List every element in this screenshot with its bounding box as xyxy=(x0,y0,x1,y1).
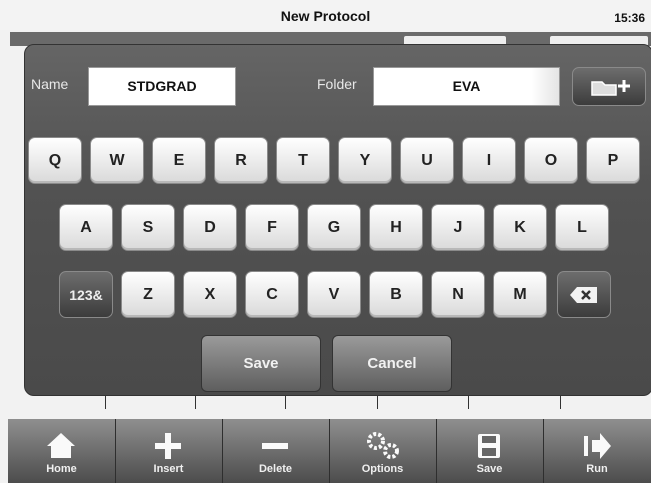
backspace-icon xyxy=(570,286,597,303)
key-u[interactable]: U xyxy=(400,137,454,184)
toolbar-label: Insert xyxy=(153,463,184,475)
minus-icon xyxy=(262,443,288,449)
key-t[interactable]: T xyxy=(276,137,330,184)
toolbar-insert-button[interactable]: Insert xyxy=(115,419,223,483)
key-r[interactable]: R xyxy=(214,137,268,184)
run-icon xyxy=(584,433,611,459)
key-l[interactable]: L xyxy=(555,204,609,251)
key-p[interactable]: P xyxy=(586,137,640,184)
divider xyxy=(195,395,196,409)
title-bar: New Protocol 15:36 xyxy=(0,0,651,30)
key-o[interactable]: O xyxy=(524,137,578,184)
cancel-button[interactable]: Cancel xyxy=(332,335,452,392)
save-button[interactable]: Save xyxy=(201,335,321,392)
key-z[interactable]: Z xyxy=(121,271,175,318)
key-q[interactable]: Q xyxy=(28,137,82,184)
key-a[interactable]: A xyxy=(59,204,113,251)
key-w[interactable]: W xyxy=(90,137,144,184)
backspace-key[interactable] xyxy=(557,271,611,318)
toolbar-label: Save xyxy=(476,463,503,475)
new-folder-icon xyxy=(591,79,630,96)
folder-field[interactable]: EVA xyxy=(373,67,560,106)
gears-icon xyxy=(367,432,399,459)
bottom-toolbar: Home Insert Delete Options Save Run xyxy=(8,419,651,483)
key-d[interactable]: D xyxy=(183,204,237,251)
toolbar-home-button[interactable]: Home xyxy=(8,419,116,483)
key-x[interactable]: X xyxy=(183,271,237,318)
name-label: Name xyxy=(31,76,69,92)
page-title: New Protocol xyxy=(280,8,371,24)
toolbar-label: Options xyxy=(361,463,404,475)
clock: 15:36 xyxy=(614,11,645,25)
key-k[interactable]: K xyxy=(493,204,547,251)
key-y[interactable]: Y xyxy=(338,137,392,184)
key-g[interactable]: G xyxy=(307,204,361,251)
key-c[interactable]: C xyxy=(245,271,299,318)
divider xyxy=(377,395,378,409)
new-folder-button[interactable] xyxy=(572,67,646,106)
divider xyxy=(105,395,106,409)
numeric-toggle-key[interactable]: 123& xyxy=(59,271,113,318)
toolbar-save-button[interactable]: Save xyxy=(436,419,544,483)
toolbar-label: Run xyxy=(586,463,608,475)
toolbar-label: Home xyxy=(46,463,77,475)
plus-icon xyxy=(155,433,181,459)
key-i[interactable]: I xyxy=(462,137,516,184)
folder-label: Folder xyxy=(317,76,357,92)
home-icon xyxy=(47,433,75,458)
key-b[interactable]: B xyxy=(369,271,423,318)
key-j[interactable]: J xyxy=(431,204,485,251)
toolbar-delete-button[interactable]: Delete xyxy=(222,419,330,483)
divider xyxy=(560,395,561,409)
floppy-icon xyxy=(478,434,500,458)
key-s[interactable]: S xyxy=(121,204,175,251)
keyboard-dialog: Name STDGRAD Folder EVA 123& Save Cancel… xyxy=(24,44,651,396)
key-f[interactable]: F xyxy=(245,204,299,251)
toolbar-label: Delete xyxy=(258,463,293,475)
key-m[interactable]: M xyxy=(493,271,547,318)
key-e[interactable]: E xyxy=(152,137,206,184)
key-n[interactable]: N xyxy=(431,271,485,318)
key-h[interactable]: H xyxy=(369,204,423,251)
divider xyxy=(468,395,469,409)
key-v[interactable]: V xyxy=(307,271,361,318)
toolbar-run-button[interactable]: Run xyxy=(543,419,651,483)
toolbar-options-button[interactable]: Options xyxy=(329,419,437,483)
divider xyxy=(285,395,286,409)
name-field[interactable]: STDGRAD xyxy=(88,67,236,106)
